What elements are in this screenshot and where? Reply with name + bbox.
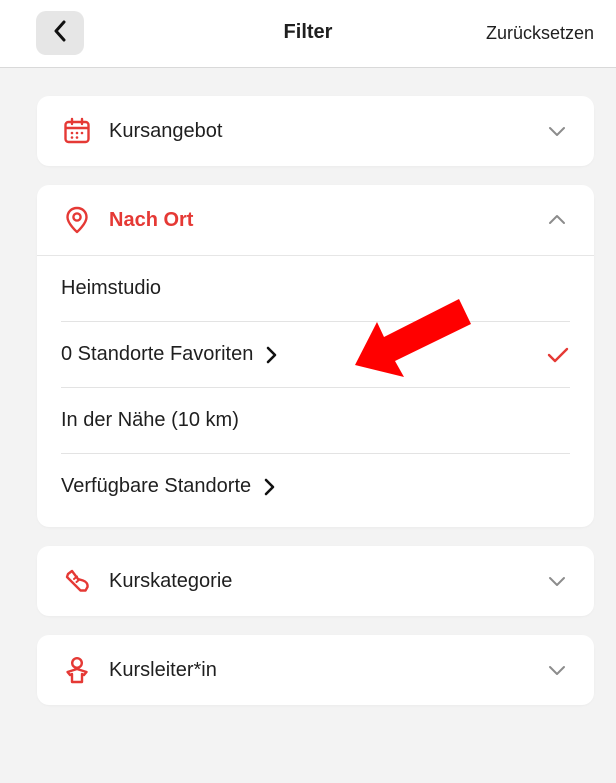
option-label: Verfügbare Standorte bbox=[61, 475, 252, 497]
section-kursleiter-label: Kursleiter*in bbox=[109, 658, 217, 681]
section-nach-ort: Nach Ort Heimstudio 0 Standorte Favorite… bbox=[37, 185, 594, 527]
checkmark-icon bbox=[546, 343, 570, 367]
chevron-down-icon bbox=[548, 572, 566, 590]
chevron-down-icon bbox=[548, 661, 566, 679]
section-kursangebot-header[interactable]: Kursangebot bbox=[37, 96, 594, 166]
calendar-icon bbox=[63, 117, 91, 145]
section-kurskategorie-header[interactable]: Kurskategorie bbox=[37, 546, 594, 616]
section-kurskategorie-label: Kurskategorie bbox=[109, 569, 233, 592]
section-kursleiter: Kursleiter*in bbox=[37, 635, 594, 705]
location-pin-icon bbox=[63, 206, 91, 234]
section-kurskategorie: Kurskategorie bbox=[37, 546, 594, 616]
section-nach-ort-header[interactable]: Nach Ort bbox=[37, 185, 594, 256]
person-icon bbox=[63, 656, 91, 684]
section-kursangebot: Kursangebot bbox=[37, 96, 594, 166]
annotation-arrow-icon bbox=[355, 299, 471, 377]
chevron-down-icon bbox=[548, 122, 566, 140]
chevron-up-icon bbox=[548, 211, 566, 229]
section-kursangebot-label: Kursangebot bbox=[109, 119, 223, 142]
section-nach-ort-label: Nach Ort bbox=[109, 208, 194, 231]
option-standorte-favoriten[interactable]: 0 Standorte Favoriten bbox=[61, 321, 570, 387]
option-in-der-naehe[interactable]: In der Nähe (10 km) bbox=[61, 387, 570, 453]
shoe-icon bbox=[63, 567, 91, 595]
chevron-right-icon bbox=[263, 478, 275, 496]
option-verfuegbare-standorte[interactable]: Verfügbare Standorte bbox=[61, 453, 570, 519]
option-label: Heimstudio bbox=[61, 277, 162, 299]
reset-button[interactable]: Zurücksetzen bbox=[486, 23, 594, 44]
chevron-right-icon bbox=[265, 346, 277, 364]
option-label: 0 Standorte Favoriten bbox=[61, 343, 254, 365]
option-label: In der Nähe (10 km) bbox=[61, 409, 239, 431]
option-heimstudio[interactable]: Heimstudio bbox=[61, 256, 570, 321]
section-kursleiter-header[interactable]: Kursleiter*in bbox=[37, 635, 594, 705]
filter-content: Kursangebot Nach Ort Heimstudio 0 Stando… bbox=[0, 68, 616, 783]
top-bar: Filter Zurücksetzen bbox=[0, 0, 616, 68]
